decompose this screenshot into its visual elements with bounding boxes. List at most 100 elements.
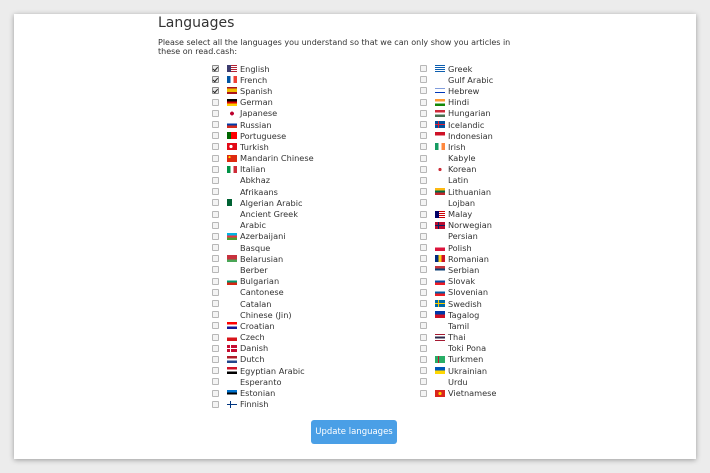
language-checkbox[interactable] <box>212 389 219 397</box>
language-checkbox[interactable] <box>420 367 427 375</box>
language-checkbox[interactable] <box>420 176 427 184</box>
language-option[interactable]: Japanese <box>212 108 314 119</box>
language-checkbox[interactable] <box>420 154 427 162</box>
language-option[interactable]: Dutch <box>212 354 314 365</box>
language-option[interactable]: Thai <box>420 332 496 343</box>
language-option[interactable]: Lojban <box>420 197 496 208</box>
language-option[interactable]: Hindi <box>420 97 496 108</box>
language-checkbox[interactable] <box>212 121 219 129</box>
language-option[interactable]: Polish <box>420 242 496 253</box>
language-checkbox[interactable] <box>212 322 219 330</box>
language-option[interactable]: Toki Pona <box>420 343 496 354</box>
language-option[interactable]: Egyptian Arabic <box>212 365 314 376</box>
language-option[interactable]: Malay <box>420 208 496 219</box>
language-checkbox[interactable] <box>212 232 219 240</box>
language-checkbox[interactable] <box>212 87 219 95</box>
language-checkbox[interactable] <box>420 389 427 397</box>
language-checkbox[interactable] <box>212 367 219 375</box>
language-option[interactable]: Latin <box>420 175 496 186</box>
language-option[interactable]: Croatian <box>212 320 314 331</box>
language-option[interactable]: Slovak <box>420 276 496 287</box>
language-option[interactable]: Tamil <box>420 320 496 331</box>
language-checkbox[interactable] <box>420 165 427 173</box>
language-checkbox[interactable] <box>420 121 427 129</box>
language-checkbox[interactable] <box>420 277 427 285</box>
language-checkbox[interactable] <box>212 143 219 151</box>
language-checkbox[interactable] <box>420 143 427 151</box>
language-checkbox[interactable] <box>212 76 219 84</box>
language-checkbox[interactable] <box>212 300 219 308</box>
language-option[interactable]: Irish <box>420 141 496 152</box>
language-option[interactable]: Russian <box>212 119 314 130</box>
language-option[interactable]: Norwegian <box>420 220 496 231</box>
language-option[interactable]: Czech <box>212 332 314 343</box>
language-checkbox[interactable] <box>420 244 427 252</box>
language-checkbox[interactable] <box>212 221 219 229</box>
language-option[interactable]: English <box>212 63 314 74</box>
language-option[interactable]: Catalan <box>212 298 314 309</box>
language-option[interactable]: Indonesian <box>420 130 496 141</box>
language-option[interactable]: Berber <box>212 264 314 275</box>
language-checkbox[interactable] <box>212 255 219 263</box>
language-checkbox[interactable] <box>420 210 427 218</box>
language-option[interactable]: Romanian <box>420 253 496 264</box>
language-checkbox[interactable] <box>212 288 219 296</box>
language-checkbox[interactable] <box>420 188 427 196</box>
language-checkbox[interactable] <box>212 210 219 218</box>
language-option[interactable]: Italian <box>212 164 314 175</box>
language-checkbox[interactable] <box>212 165 219 173</box>
language-checkbox[interactable] <box>420 65 427 73</box>
language-checkbox[interactable] <box>212 98 219 106</box>
language-option[interactable]: Slovenian <box>420 287 496 298</box>
language-checkbox[interactable] <box>420 132 427 140</box>
language-checkbox[interactable] <box>212 109 219 117</box>
language-checkbox[interactable] <box>420 322 427 330</box>
language-checkbox[interactable] <box>212 378 219 386</box>
language-checkbox[interactable] <box>212 65 219 73</box>
language-option[interactable]: Persian <box>420 231 496 242</box>
language-option[interactable]: Urdu <box>420 376 496 387</box>
language-option[interactable]: Kabyle <box>420 153 496 164</box>
language-option[interactable]: Swedish <box>420 298 496 309</box>
language-option[interactable]: Hungarian <box>420 108 496 119</box>
language-option[interactable]: Portuguese <box>212 130 314 141</box>
language-option[interactable]: Azerbaijani <box>212 231 314 242</box>
language-option[interactable]: Gulf Arabic <box>420 74 496 85</box>
language-option[interactable]: Turkmen <box>420 354 496 365</box>
language-checkbox[interactable] <box>212 355 219 363</box>
language-checkbox[interactable] <box>212 154 219 162</box>
language-checkbox[interactable] <box>212 176 219 184</box>
language-checkbox[interactable] <box>420 288 427 296</box>
language-option[interactable]: Algerian Arabic <box>212 197 314 208</box>
language-option[interactable]: Basque <box>212 242 314 253</box>
language-checkbox[interactable] <box>212 344 219 352</box>
language-checkbox[interactable] <box>212 277 219 285</box>
language-option[interactable]: Lithuanian <box>420 186 496 197</box>
language-checkbox[interactable] <box>212 266 219 274</box>
language-checkbox[interactable] <box>420 266 427 274</box>
language-option[interactable]: Korean <box>420 164 496 175</box>
language-checkbox[interactable] <box>420 232 427 240</box>
language-checkbox[interactable] <box>420 355 427 363</box>
language-checkbox[interactable] <box>420 76 427 84</box>
language-option[interactable]: Spanish <box>212 85 314 96</box>
language-checkbox[interactable] <box>212 199 219 207</box>
language-option[interactable]: Esperanto <box>212 376 314 387</box>
update-languages-button[interactable]: Update languages <box>311 420 397 444</box>
language-option[interactable]: Afrikaans <box>212 186 314 197</box>
language-checkbox[interactable] <box>420 311 427 319</box>
language-option[interactable]: Turkish <box>212 141 314 152</box>
language-option[interactable]: Chinese (Jin) <box>212 309 314 320</box>
language-option[interactable]: French <box>212 74 314 85</box>
language-checkbox[interactable] <box>212 333 219 341</box>
language-checkbox[interactable] <box>420 199 427 207</box>
language-option[interactable]: Vietnamese <box>420 387 496 398</box>
language-checkbox[interactable] <box>212 400 219 408</box>
language-checkbox[interactable] <box>420 344 427 352</box>
language-checkbox[interactable] <box>420 378 427 386</box>
language-option[interactable]: Icelandic <box>420 119 496 130</box>
language-checkbox[interactable] <box>212 132 219 140</box>
language-option[interactable]: Tagalog <box>420 309 496 320</box>
language-checkbox[interactable] <box>212 188 219 196</box>
language-option[interactable]: German <box>212 97 314 108</box>
